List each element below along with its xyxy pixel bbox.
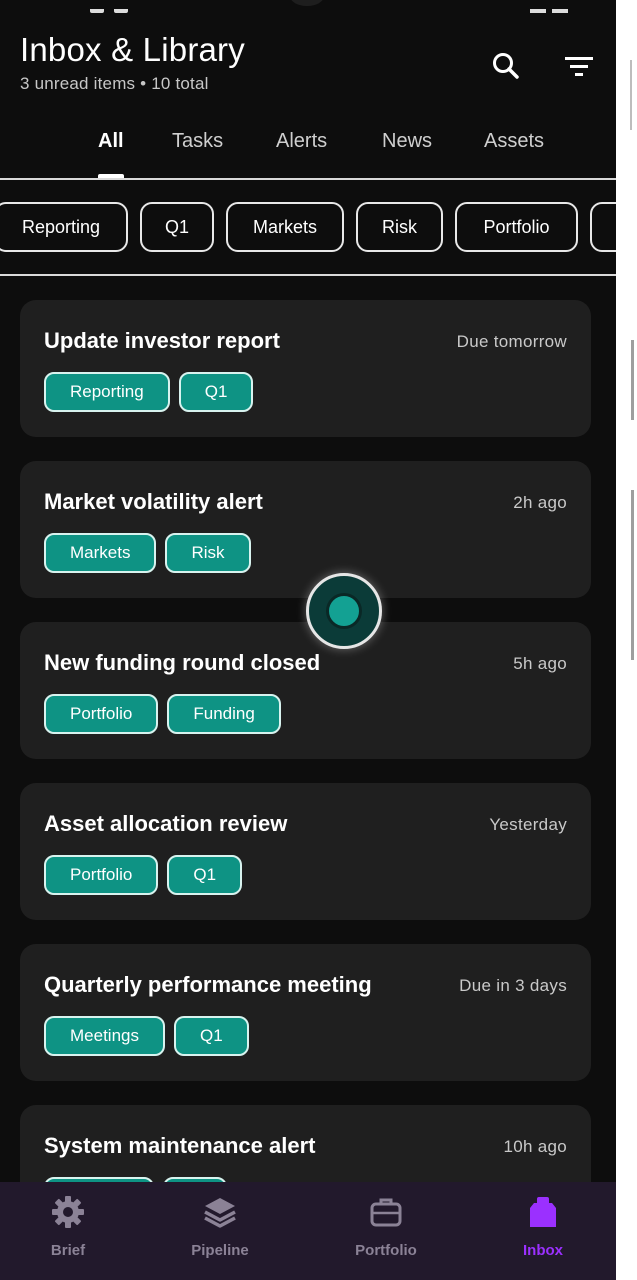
nav-item-pipeline[interactable]: Pipeline bbox=[165, 1194, 275, 1259]
list-item[interactable]: Quarterly performance meeting Due in 3 d… bbox=[20, 944, 591, 1081]
list-item[interactable]: Asset allocation review Yesterday Portfo… bbox=[20, 783, 591, 920]
filter-icon bbox=[565, 57, 593, 76]
tag-chip[interactable]: Markets bbox=[44, 533, 157, 573]
tag-chip[interactable]: Q1 bbox=[178, 372, 254, 412]
search-button[interactable] bbox=[488, 48, 524, 84]
nav-item-inbox[interactable]: Inbox bbox=[488, 1194, 598, 1259]
nav-label: Portfolio bbox=[355, 1242, 417, 1259]
search-icon bbox=[493, 53, 519, 79]
tab-alerts[interactable]: Alerts bbox=[276, 130, 327, 153]
item-time: Due tomorrow bbox=[456, 332, 567, 351]
item-tags: Markets Risk bbox=[44, 533, 260, 573]
tag-chip[interactable]: Meetings bbox=[44, 1016, 165, 1056]
page-title: Inbox & Library bbox=[20, 31, 245, 68]
tab-all[interactable]: All bbox=[98, 130, 124, 153]
filter-chip-q1[interactable]: Q1 bbox=[140, 202, 214, 252]
filter-chip-row[interactable]: Reporting Q1 Markets Risk Portfolio bbox=[0, 180, 616, 276]
inbox-icon bbox=[530, 1197, 556, 1227]
tab-bar: All Tasks Alerts News Assets bbox=[0, 118, 616, 178]
item-time: Yesterday bbox=[489, 815, 567, 834]
tag-chip[interactable]: Portfolio bbox=[44, 855, 159, 895]
list-item[interactable]: New funding round closed 5h ago Portfoli… bbox=[20, 622, 591, 759]
touch-indicator bbox=[306, 573, 382, 649]
filter-chip-risk[interactable]: Risk bbox=[356, 202, 443, 252]
filter-chip-reporting[interactable]: Reporting bbox=[0, 202, 128, 252]
item-tags: Portfolio Funding bbox=[44, 694, 290, 734]
item-title: Update investor report bbox=[44, 328, 280, 353]
app-header: Inbox & Library 3 unread items • 10 tota… bbox=[20, 30, 616, 110]
filter-chip-more[interactable] bbox=[590, 202, 616, 252]
item-title: System maintenance alert bbox=[44, 1133, 316, 1158]
tag-chip[interactable]: Q1 bbox=[173, 1016, 249, 1056]
item-tags: Reporting Q1 bbox=[44, 372, 262, 412]
tag-chip[interactable]: Q1 bbox=[167, 855, 243, 895]
filter-button[interactable] bbox=[560, 48, 596, 84]
item-title: Quarterly performance meeting bbox=[44, 972, 372, 997]
touch-indicator-dot bbox=[326, 593, 362, 629]
item-title: Market volatility alert bbox=[44, 489, 263, 514]
nav-label: Brief bbox=[50, 1242, 86, 1259]
tag-chip[interactable]: Risk bbox=[165, 533, 251, 573]
tab-assets[interactable]: Assets bbox=[484, 130, 544, 153]
item-title: New funding round closed bbox=[44, 650, 321, 675]
inbox-screen: Inbox & Library 3 unread items • 10 tota… bbox=[0, 0, 616, 1280]
tab-tasks[interactable]: Tasks bbox=[172, 130, 223, 153]
item-title: Asset allocation review bbox=[44, 811, 288, 836]
item-time: 5h ago bbox=[513, 654, 567, 673]
layers-icon bbox=[204, 1198, 236, 1228]
item-tags: Portfolio Q1 bbox=[44, 855, 251, 895]
item-time: 10h ago bbox=[503, 1137, 567, 1156]
tag-chip[interactable]: Funding bbox=[167, 694, 281, 734]
list-item[interactable]: System maintenance alert 10h ago bbox=[20, 1105, 591, 1182]
item-time: 2h ago bbox=[513, 493, 567, 512]
item-list[interactable]: Update investor report Due tomorrow Repo… bbox=[0, 276, 616, 1182]
tag-chip[interactable]: Portfolio bbox=[44, 694, 159, 734]
status-icons-left bbox=[90, 0, 140, 13]
nav-label: Pipeline bbox=[191, 1242, 249, 1259]
status-icons-right bbox=[530, 0, 580, 13]
screen-edge bbox=[616, 0, 637, 1280]
status-bar bbox=[0, 0, 616, 13]
tab-news[interactable]: News bbox=[382, 130, 432, 153]
item-time: Due in 3 days bbox=[459, 976, 567, 995]
page-subtitle: 3 unread items • 10 total bbox=[20, 74, 209, 93]
item-tags: Meetings Q1 bbox=[44, 1016, 258, 1056]
briefcase-icon bbox=[370, 1198, 402, 1227]
bottom-navigation: Brief Pipeline Portfolio Inbox bbox=[0, 1182, 616, 1280]
gear-icon bbox=[52, 1196, 84, 1228]
list-item[interactable]: Market volatility alert 2h ago Markets Ri… bbox=[20, 461, 591, 598]
nav-item-brief[interactable]: Brief bbox=[13, 1194, 123, 1259]
nav-item-portfolio[interactable]: Portfolio bbox=[331, 1194, 441, 1259]
nav-label: Inbox bbox=[523, 1242, 563, 1259]
filter-chip-portfolio[interactable]: Portfolio bbox=[455, 202, 578, 252]
tag-chip[interactable]: Reporting bbox=[44, 372, 170, 412]
filter-chip-markets[interactable]: Markets bbox=[226, 202, 344, 252]
camera-cutout bbox=[290, 0, 324, 6]
list-item[interactable]: Update investor report Due tomorrow Repo… bbox=[20, 300, 591, 437]
